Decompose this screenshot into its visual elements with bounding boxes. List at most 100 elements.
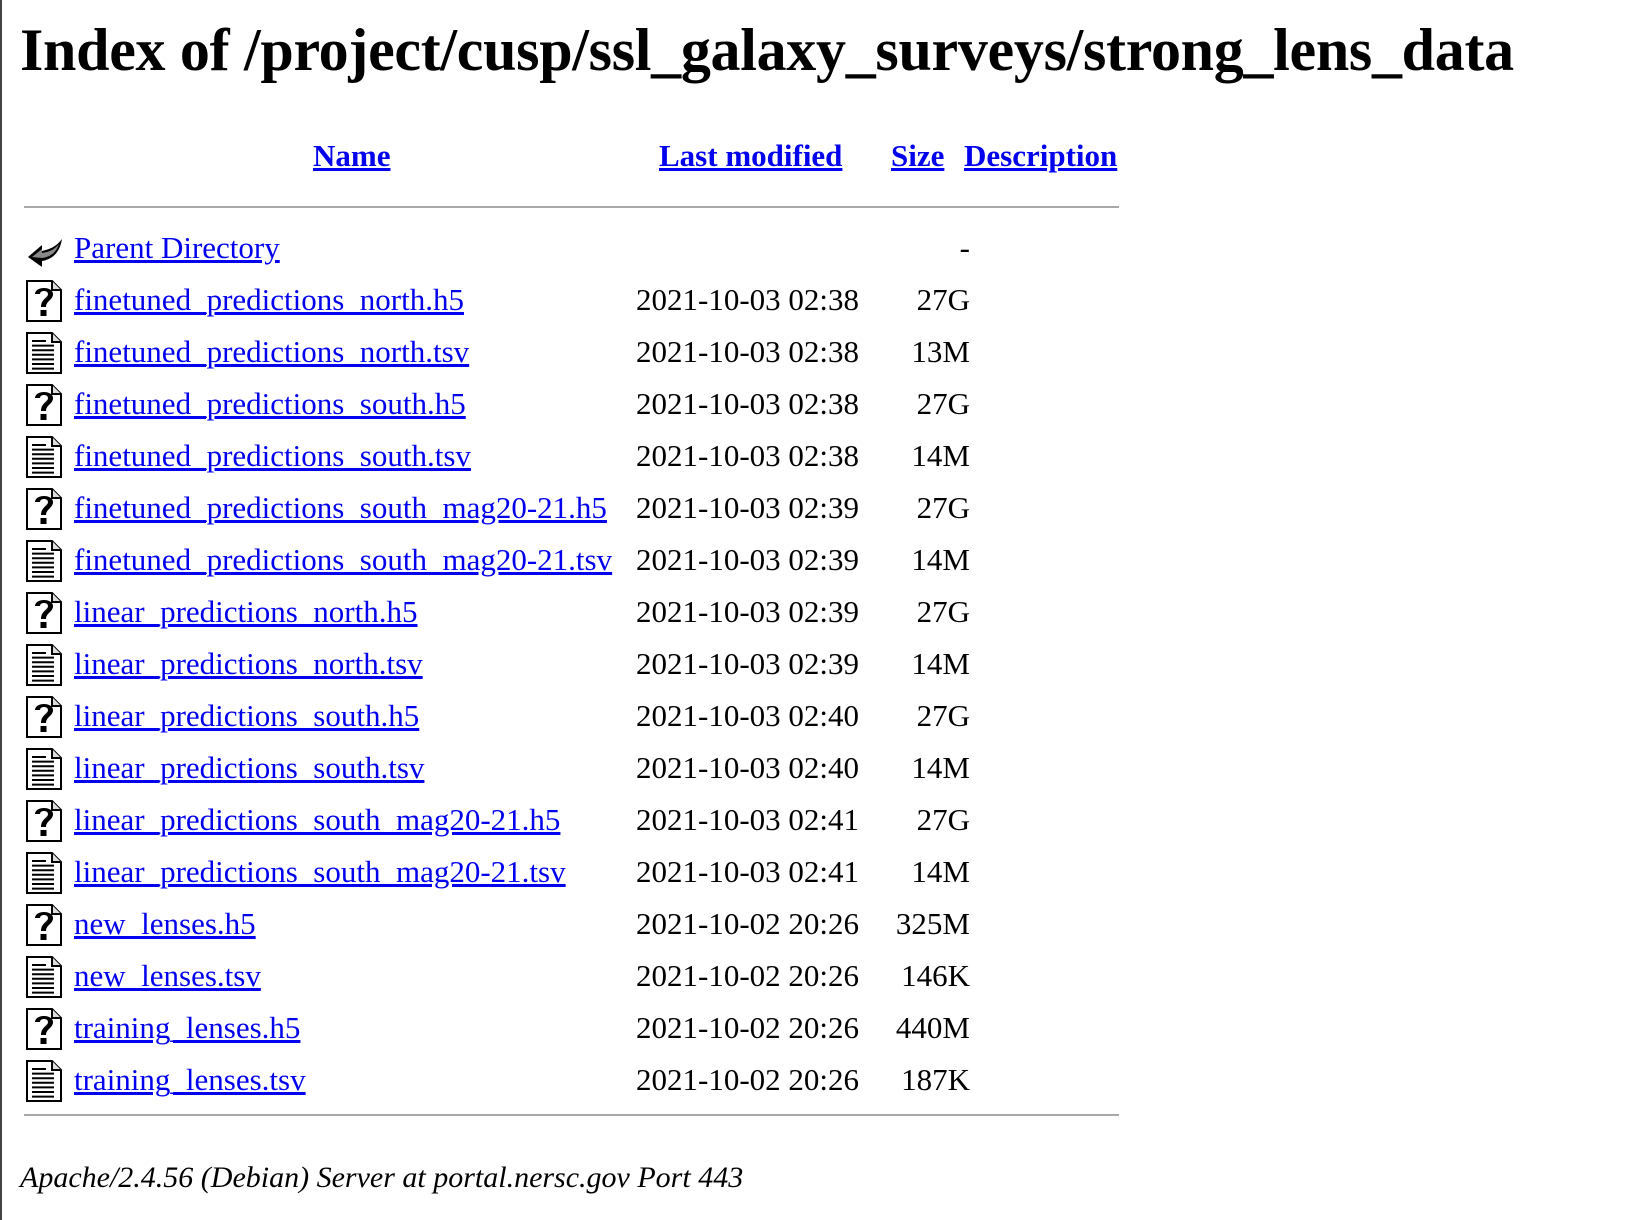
file-link[interactable]: training_lenses.h5 [74, 1008, 300, 1048]
unknown-file-icon [24, 695, 64, 739]
size-cell: 14M [911, 542, 970, 577]
text-file-icon [24, 1059, 64, 1103]
file-row: linear_predictions_south.h5 2021-10-03 02… [24, 692, 1124, 744]
size-cell: 27G [916, 490, 970, 525]
last-modified-cell: 2021-10-02 20:26 [636, 906, 860, 941]
size-cell: 27G [916, 386, 970, 421]
size-cell: 440M [895, 1010, 970, 1045]
text-file-icon [24, 435, 64, 479]
file-row: finetuned_predictions_south_mag20-21.tsv… [24, 536, 1124, 588]
unknown-file-icon-graphic [26, 488, 62, 530]
unknown-file-icon [24, 903, 64, 947]
file-row: finetuned_predictions_north.tsv 2021-10-0… [24, 328, 1124, 380]
file-row: training_lenses.h5 2021-10-02 20:26 440M [24, 1004, 1124, 1056]
last-modified-cell: 2021-10-03 02:39 [636, 594, 860, 629]
size-cell: 325M [895, 906, 970, 941]
last-modified-cell: 2021-10-03 02:40 [636, 750, 860, 785]
size-cell: 14M [911, 854, 970, 889]
directory-index-page: { "page": { "title": "Index of /project/… [0, 0, 1652, 1220]
file-link[interactable]: linear_predictions_north.tsv [74, 644, 423, 684]
text-file-icon-graphic [26, 956, 62, 998]
footer-divider [24, 1114, 1119, 1116]
file-link[interactable]: linear_predictions_north.h5 [74, 592, 418, 632]
unknown-file-icon-graphic [26, 592, 62, 634]
file-link[interactable]: linear_predictions_south.h5 [74, 696, 419, 736]
last-modified-cell: 2021-10-03 02:40 [636, 698, 860, 733]
file-row: finetuned_predictions_south.tsv 2021-10-0… [24, 432, 1124, 484]
unknown-file-icon [24, 1007, 64, 1051]
size-cell: 27G [916, 594, 970, 629]
text-file-icon-graphic [26, 540, 62, 582]
text-file-icon-graphic [26, 436, 62, 478]
file-link[interactable]: finetuned_predictions_north.tsv [74, 332, 469, 372]
file-row: new_lenses.tsv 2021-10-02 20:26 146K [24, 952, 1124, 1004]
text-file-icon [24, 643, 64, 687]
file-link[interactable]: finetuned_predictions_north.h5 [74, 280, 464, 320]
size-cell: 14M [911, 438, 970, 473]
file-link[interactable]: finetuned_predictions_south.h5 [74, 384, 466, 424]
last-modified-cell: 2021-10-03 02:41 [636, 854, 860, 889]
text-file-icon-graphic [26, 1060, 62, 1102]
size-cell: 146K [901, 958, 970, 993]
last-modified-cell: 2021-10-03 02:38 [636, 334, 860, 369]
unknown-file-icon-graphic [26, 696, 62, 738]
text-file-icon [24, 539, 64, 583]
unknown-file-icon [24, 591, 64, 635]
page-title: Index of /project/cusp/ssl_galaxy_survey… [20, 17, 1514, 83]
text-file-icon [24, 955, 64, 999]
file-link[interactable]: linear_predictions_south_mag20-21.h5 [74, 800, 560, 840]
unknown-file-icon-graphic [26, 904, 62, 946]
text-file-icon [24, 331, 64, 375]
last-modified-cell: 2021-10-02 20:26 [636, 1062, 860, 1097]
file-row: linear_predictions_south_mag20-21.tsv 202… [24, 848, 1124, 900]
unknown-file-icon-graphic [26, 1008, 62, 1050]
parent-directory-row: Parent Directory - [24, 224, 1124, 276]
size-cell: 14M [911, 646, 970, 681]
last-modified-cell: 2021-10-03 02:39 [636, 646, 860, 681]
back-icon-graphic [28, 239, 62, 267]
file-row: training_lenses.tsv 2021-10-02 20:26 187K [24, 1056, 1124, 1108]
text-file-icon [24, 747, 64, 791]
last-modified-cell: 2021-10-03 02:38 [636, 386, 860, 421]
file-link[interactable]: finetuned_predictions_south.tsv [74, 436, 471, 476]
text-file-icon [24, 851, 64, 895]
file-link[interactable]: linear_predictions_south.tsv [74, 748, 424, 788]
size-cell: - [959, 230, 970, 265]
text-file-icon-graphic [26, 748, 62, 790]
file-row: new_lenses.h5 2021-10-02 20:26 325M [24, 900, 1124, 952]
unknown-file-icon [24, 279, 64, 323]
column-header-size[interactable]: Size [891, 138, 944, 174]
unknown-file-icon-graphic [26, 800, 62, 842]
file-link[interactable]: finetuned_predictions_south_mag20-21.tsv [74, 540, 612, 580]
unknown-file-icon-graphic [26, 280, 62, 322]
server-signature: Apache/2.4.56 (Debian) Server at portal.… [20, 1161, 744, 1194]
last-modified-cell: 2021-10-02 20:26 [636, 1010, 860, 1045]
unknown-file-icon [24, 383, 64, 427]
size-cell: 187K [901, 1062, 970, 1097]
text-file-icon-graphic [26, 852, 62, 894]
size-cell: 27G [916, 698, 970, 733]
file-link[interactable]: new_lenses.tsv [74, 956, 261, 996]
column-header-last-modified[interactable]: Last modified [659, 138, 842, 174]
size-cell: 27G [916, 802, 970, 837]
last-modified-cell: 2021-10-03 02:38 [636, 438, 860, 473]
file-row: linear_predictions_south_mag20-21.h5 2021… [24, 796, 1124, 848]
column-header-name[interactable]: Name [313, 138, 390, 174]
last-modified-cell: 2021-10-03 02:38 [636, 282, 860, 317]
last-modified-cell: 2021-10-03 02:39 [636, 542, 860, 577]
text-file-icon-graphic [26, 644, 62, 686]
size-cell: 13M [911, 334, 970, 369]
last-modified-cell: 2021-10-03 02:41 [636, 802, 860, 837]
back-icon [24, 227, 64, 271]
file-link[interactable]: new_lenses.h5 [74, 904, 256, 944]
file-link[interactable]: training_lenses.tsv [74, 1060, 306, 1100]
column-header-description[interactable]: Description [964, 138, 1117, 174]
file-row: linear_predictions_north.tsv 2021-10-03 0… [24, 640, 1124, 692]
file-link[interactable]: linear_predictions_south_mag20-21.tsv [74, 852, 566, 892]
text-file-icon-graphic [26, 332, 62, 374]
file-row: finetuned_predictions_north.h5 2021-10-03… [24, 276, 1124, 328]
parent-directory-link[interactable]: Parent Directory [74, 228, 280, 268]
file-link[interactable]: finetuned_predictions_south_mag20-21.h5 [74, 488, 607, 528]
last-modified-cell: 2021-10-02 20:26 [636, 958, 860, 993]
unknown-file-icon [24, 799, 64, 843]
